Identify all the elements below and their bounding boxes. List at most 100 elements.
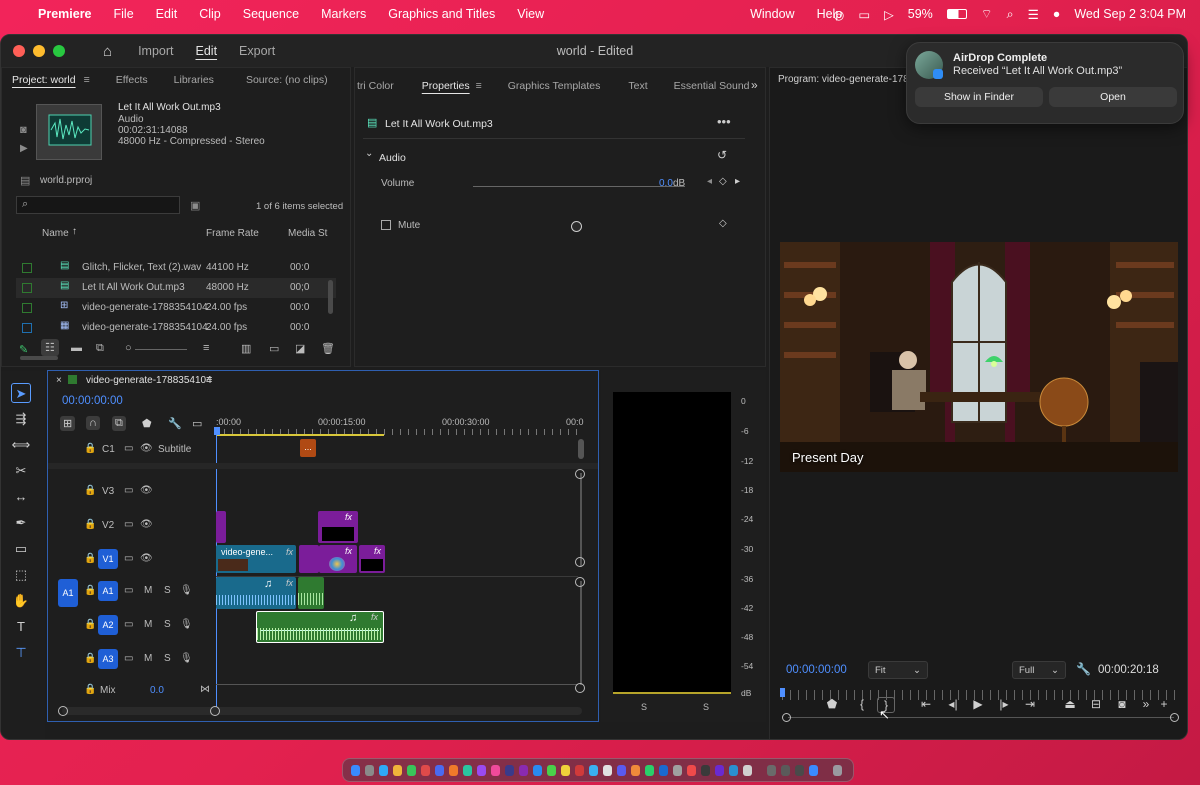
zoom-slider-knob-icon[interactable]: ○	[125, 342, 132, 354]
audio-thumbnail[interactable]	[36, 104, 102, 160]
project-menu-icon[interactable]: ≡	[84, 74, 90, 86]
program-title[interactable]: Program: video-generate-17883	[778, 74, 920, 85]
dock-app-icon[interactable]	[407, 765, 416, 776]
scroll-handle[interactable]	[575, 683, 585, 693]
airdrop-notification[interactable]: AirDrop Complete Received “Let It All Wo…	[906, 42, 1184, 124]
clock[interactable]: Wed Sep 2 3:04 PM	[1074, 7, 1186, 21]
keyframe-icon[interactable]: ◇	[719, 176, 727, 187]
mute-track-button[interactable]: M	[144, 653, 152, 664]
dock-app-icon[interactable]	[421, 765, 430, 776]
camera-icon[interactable]: ◙	[20, 124, 27, 136]
lock-icon[interactable]: 🔒	[84, 585, 96, 596]
lock-icon[interactable]: 🔒	[84, 619, 96, 630]
control-center-icon[interactable]: ☰	[1028, 7, 1039, 22]
solo-right-button[interactable]: S	[703, 702, 709, 712]
dock-app-icon[interactable]	[687, 765, 696, 776]
dock-app-icon[interactable]	[351, 765, 360, 776]
dock-app-icon[interactable]	[767, 765, 776, 776]
tab-properties[interactable]: Properties	[422, 80, 470, 92]
list-item[interactable]: ▦ video-generate-1788354104. 24.00 fps 0…	[2, 318, 342, 338]
timeline-ruler[interactable]: :00:00 00:00:15:00 00:00:30:00 00:0	[216, 415, 588, 437]
video-clip-v2[interactable]	[216, 511, 226, 543]
sync-lock-icon[interactable]: ▭	[124, 519, 133, 530]
mix-value[interactable]: 0.0	[150, 685, 164, 696]
zoom-bar-left-handle[interactable]	[58, 706, 68, 716]
airdrop-status-icon[interactable]: ◎	[833, 7, 844, 22]
play-thumb-icon[interactable]: ▶	[20, 143, 28, 154]
video-clip-v2-fx[interactable]: fx	[318, 511, 358, 543]
col-name[interactable]: Name	[42, 228, 69, 239]
menu-clip[interactable]: Clip	[199, 7, 221, 21]
eye-icon[interactable]: 👁	[140, 485, 153, 496]
mute-keyframe-icon[interactable]: ◇	[719, 218, 727, 229]
zoom-fit-dropdown[interactable]: Fit ⌄	[868, 661, 928, 679]
prev-keyframe-icon[interactable]: ◂	[707, 176, 712, 187]
menu-graphics[interactable]: Graphics and Titles	[388, 7, 495, 21]
new-folder-icon[interactable]: ▭	[269, 342, 279, 355]
track-select-icon[interactable]: ⇶	[11, 409, 31, 429]
dock-app-icon[interactable]	[715, 765, 724, 776]
dock-app-icon[interactable]	[547, 765, 556, 776]
text-select-icon[interactable]: ⬚	[11, 565, 31, 585]
program-timecode[interactable]: 00:00:00:00	[786, 664, 847, 676]
project-search-input[interactable]	[16, 196, 180, 214]
sync-lock-icon[interactable]: ▭	[124, 443, 133, 454]
dock-app-icon[interactable]	[645, 765, 654, 776]
ripple-edit-icon[interactable]: ⟺	[11, 435, 31, 455]
step-forward-icon[interactable]: |▸	[995, 697, 1013, 711]
export-frame-icon[interactable]: ◙	[1113, 697, 1131, 711]
dock-app-icon[interactable]	[393, 765, 402, 776]
timeline-playhead[interactable]	[214, 427, 220, 435]
audio-clip-a2-selected[interactable]: ♫ fx	[256, 611, 384, 643]
sync-lock-icon[interactable]: ▭	[124, 553, 133, 564]
dock-app-icon[interactable]	[729, 765, 738, 776]
track-target-a2[interactable]: A2	[98, 615, 118, 635]
captions-tool-icon[interactable]: ⊤	[11, 643, 31, 663]
solo-track-button[interactable]: S	[164, 585, 171, 596]
zoom-slider-track[interactable]	[135, 349, 187, 350]
dock-app-icon[interactable]	[519, 765, 528, 776]
col-media-start[interactable]: Media St	[288, 228, 327, 239]
volume-slider-track[interactable]	[473, 186, 685, 187]
video-clip-v1-d[interactable]: fx	[359, 545, 385, 573]
close-sequence-icon[interactable]: ×	[56, 375, 62, 386]
scroll-handle[interactable]	[575, 557, 585, 567]
lock-icon[interactable]: 🔒	[84, 485, 96, 496]
snap-in-timeline-icon[interactable]: ⊞	[60, 416, 76, 431]
siri-icon[interactable]: ●	[1053, 7, 1061, 21]
zoom-bar-left-handle[interactable]	[782, 713, 791, 722]
play-status-icon[interactable]: ▷	[884, 7, 894, 22]
source-patch-a1[interactable]: A1	[58, 579, 78, 607]
mute-track-button[interactable]: M	[144, 619, 152, 630]
dock-app-icon[interactable]	[701, 765, 710, 776]
reset-icon[interactable]: ↺	[717, 148, 727, 162]
more-controls-icon[interactable]: »	[1137, 697, 1155, 711]
program-zoom-bar[interactable]	[788, 717, 1174, 718]
sequence-name[interactable]: video-generate-1788354104	[86, 375, 212, 386]
timeline-timecode[interactable]: 00:00:00:00	[62, 395, 123, 407]
razor-icon[interactable]: ✂	[11, 461, 31, 481]
mic-icon[interactable]: 🎙	[180, 619, 193, 630]
work-area-bar[interactable]	[216, 434, 384, 436]
resolution-dropdown[interactable]: Full ⌄	[1012, 661, 1066, 679]
caption-track-scrollbar[interactable]	[578, 439, 584, 459]
tab-source[interactable]: Source: (no clips)	[246, 74, 328, 86]
horizontal-zoom-bar[interactable]	[62, 707, 582, 715]
play-icon[interactable]: ▶	[969, 697, 987, 711]
extract-icon[interactable]: ⊟	[1087, 697, 1105, 711]
volume-slider-knob[interactable]	[571, 221, 582, 232]
battery-percent[interactable]: 59%	[908, 7, 933, 21]
dock-app-icon[interactable]	[491, 765, 500, 776]
lock-icon[interactable]: 🔒	[84, 519, 96, 530]
dock-app-icon[interactable]	[743, 765, 752, 776]
video-clip-v1-b[interactable]	[299, 545, 319, 573]
icon-view-icon[interactable]: ▬	[71, 342, 82, 354]
linked-selection-icon[interactable]: ⧉	[112, 416, 126, 431]
menu-file[interactable]: File	[114, 7, 134, 21]
track-target-a3[interactable]: A3	[98, 649, 118, 669]
lock-icon[interactable]: 🔒	[84, 553, 96, 564]
tab-effects[interactable]: Effects	[116, 74, 148, 86]
dock-app-icon[interactable]	[533, 765, 542, 776]
lock-icon[interactable]: 🔒	[84, 684, 96, 695]
tab-project[interactable]: Project: world	[12, 74, 76, 86]
